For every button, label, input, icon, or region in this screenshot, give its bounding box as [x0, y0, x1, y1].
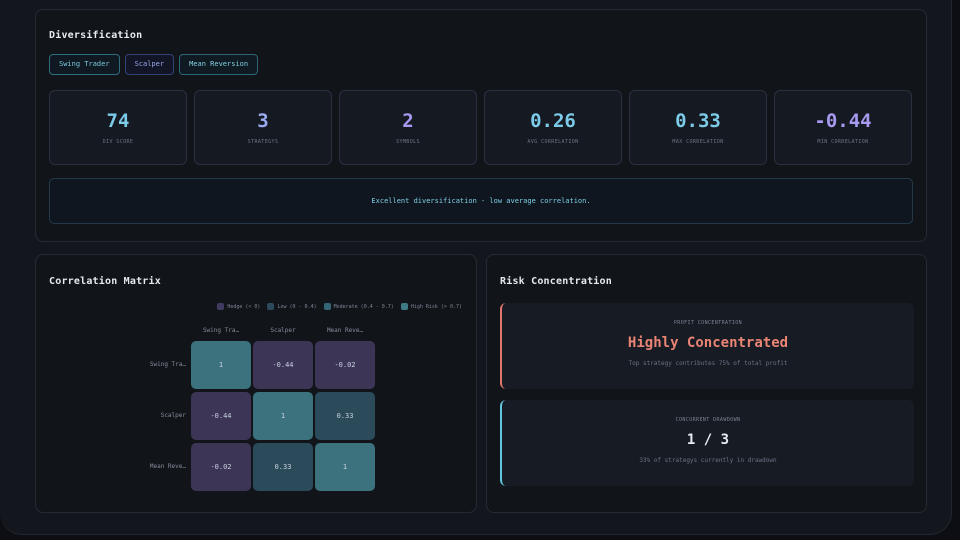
matrix-cell[interactable]: 1: [253, 392, 313, 440]
matrix-cell[interactable]: 0.33: [315, 392, 375, 440]
stat-value: 74: [106, 110, 130, 132]
concurrent-drawdown-detail: 33% of strategys currently in drawdown: [639, 457, 777, 464]
stat-label: DIV SCORE: [102, 139, 134, 145]
concurrent-drawdown-card: CONCURRENT DRAWDOWN 1 / 3 33% of strateg…: [500, 400, 914, 486]
column-header: Swing Tra…: [202, 327, 240, 334]
stat-value: 3: [257, 110, 269, 132]
stat-label: STRATEGYS: [247, 139, 279, 145]
diversification-title: Diversification: [49, 30, 143, 41]
diversification-panel: Diversification Swing Trader Scalper Mea…: [35, 9, 927, 242]
stat-avg-correlation: 0.26 AVG CORRELATION: [484, 90, 622, 165]
profit-concentration-value: Highly Concentrated: [627, 335, 789, 351]
stat-value: -0.44: [814, 110, 872, 132]
tag-mean-reversion[interactable]: Mean Reversion: [179, 54, 259, 75]
stat-value: 0.26: [530, 110, 576, 132]
matrix-cell[interactable]: -0.44: [191, 392, 251, 440]
legend-swatch: [217, 303, 225, 310]
profit-concentration-label: PROFIT CONCENTRATION: [673, 320, 743, 326]
stat-label: AVG CORRELATION: [527, 139, 579, 145]
stat-value: 0.33: [675, 110, 721, 132]
correlation-legend: Hedge (< 0) Low (0 - 0.4) Moderate (0.4 …: [217, 303, 462, 310]
legend-swatch: [267, 303, 275, 310]
stat-label: MAX CORRELATION: [672, 139, 724, 145]
correlation-matrix-panel: Correlation Matrix Hedge (< 0) Low (0 - …: [35, 254, 477, 513]
row-header: Swing Tra…: [149, 361, 186, 368]
legend-label: Low (0 - 0.4): [277, 303, 317, 310]
stat-div-score: 74 DIV SCORE: [49, 90, 187, 165]
tag-scalper[interactable]: Scalper: [124, 54, 175, 75]
legend-label: Moderate (0.4 - 0.7): [333, 303, 394, 310]
tag-swing-trader[interactable]: Swing Trader: [49, 54, 120, 75]
stat-symbols: 2 SYMBOLS: [339, 90, 477, 165]
profit-concentration-detail: Top strategy contributes 75% of total pr…: [628, 360, 788, 367]
legend-item-high-risk: High Risk (> 0.7): [400, 303, 462, 310]
stat-label: MIN CORRELATION: [817, 139, 869, 145]
legend-swatch: [400, 303, 408, 310]
row-header: Scalper: [160, 412, 186, 419]
stat-max-correlation: 0.33 MAX CORRELATION: [629, 90, 767, 165]
stat-min-correlation: -0.44 MIN CORRELATION: [774, 90, 912, 165]
risk-concentration-title: Risk Concentration: [500, 276, 612, 287]
stat-strategies: 3 STRATEGYS: [194, 90, 332, 165]
strategy-tags: Swing Trader Scalper Mean Reversion: [49, 54, 259, 75]
column-header: Mean Reve…: [326, 327, 364, 334]
matrix-cell[interactable]: 1: [315, 443, 375, 491]
diversification-note: Excellent diversification - low average …: [49, 178, 913, 224]
matrix-cell[interactable]: 0.33: [253, 443, 313, 491]
concurrent-drawdown-label: CONCURRENT DRAWDOWN: [675, 417, 741, 423]
legend-item-hedge: Hedge (< 0): [217, 303, 260, 310]
matrix-cell[interactable]: -0.44: [253, 341, 313, 389]
stat-value: 2: [402, 110, 414, 132]
matrix-cell[interactable]: -0.02: [191, 443, 251, 491]
stat-label: SYMBOLS: [396, 139, 420, 145]
profit-concentration-card: PROFIT CONCENTRATION Highly Concentrated…: [500, 303, 914, 389]
legend-swatch: [323, 303, 331, 310]
column-header: Scalper: [270, 327, 296, 334]
matrix-cell[interactable]: -0.02: [315, 341, 375, 389]
legend-item-low: Low (0 - 0.4): [267, 303, 317, 310]
correlation-matrix-title: Correlation Matrix: [49, 276, 161, 287]
row-header: Mean Reve…: [149, 463, 186, 470]
concurrent-drawdown-value: 1 / 3: [686, 432, 730, 448]
legend-label: Hedge (< 0): [227, 303, 261, 310]
legend-item-moderate: Moderate (0.4 - 0.7): [323, 303, 394, 310]
legend-label: High Risk (> 0.7): [410, 303, 462, 310]
matrix-cell[interactable]: 1: [191, 341, 251, 389]
risk-concentration-panel: Risk Concentration PROFIT CONCENTRATION …: [486, 254, 927, 513]
stats-row: 74 DIV SCORE 3 STRATEGYS 2 SYMBOLS 0.26 …: [49, 90, 912, 165]
